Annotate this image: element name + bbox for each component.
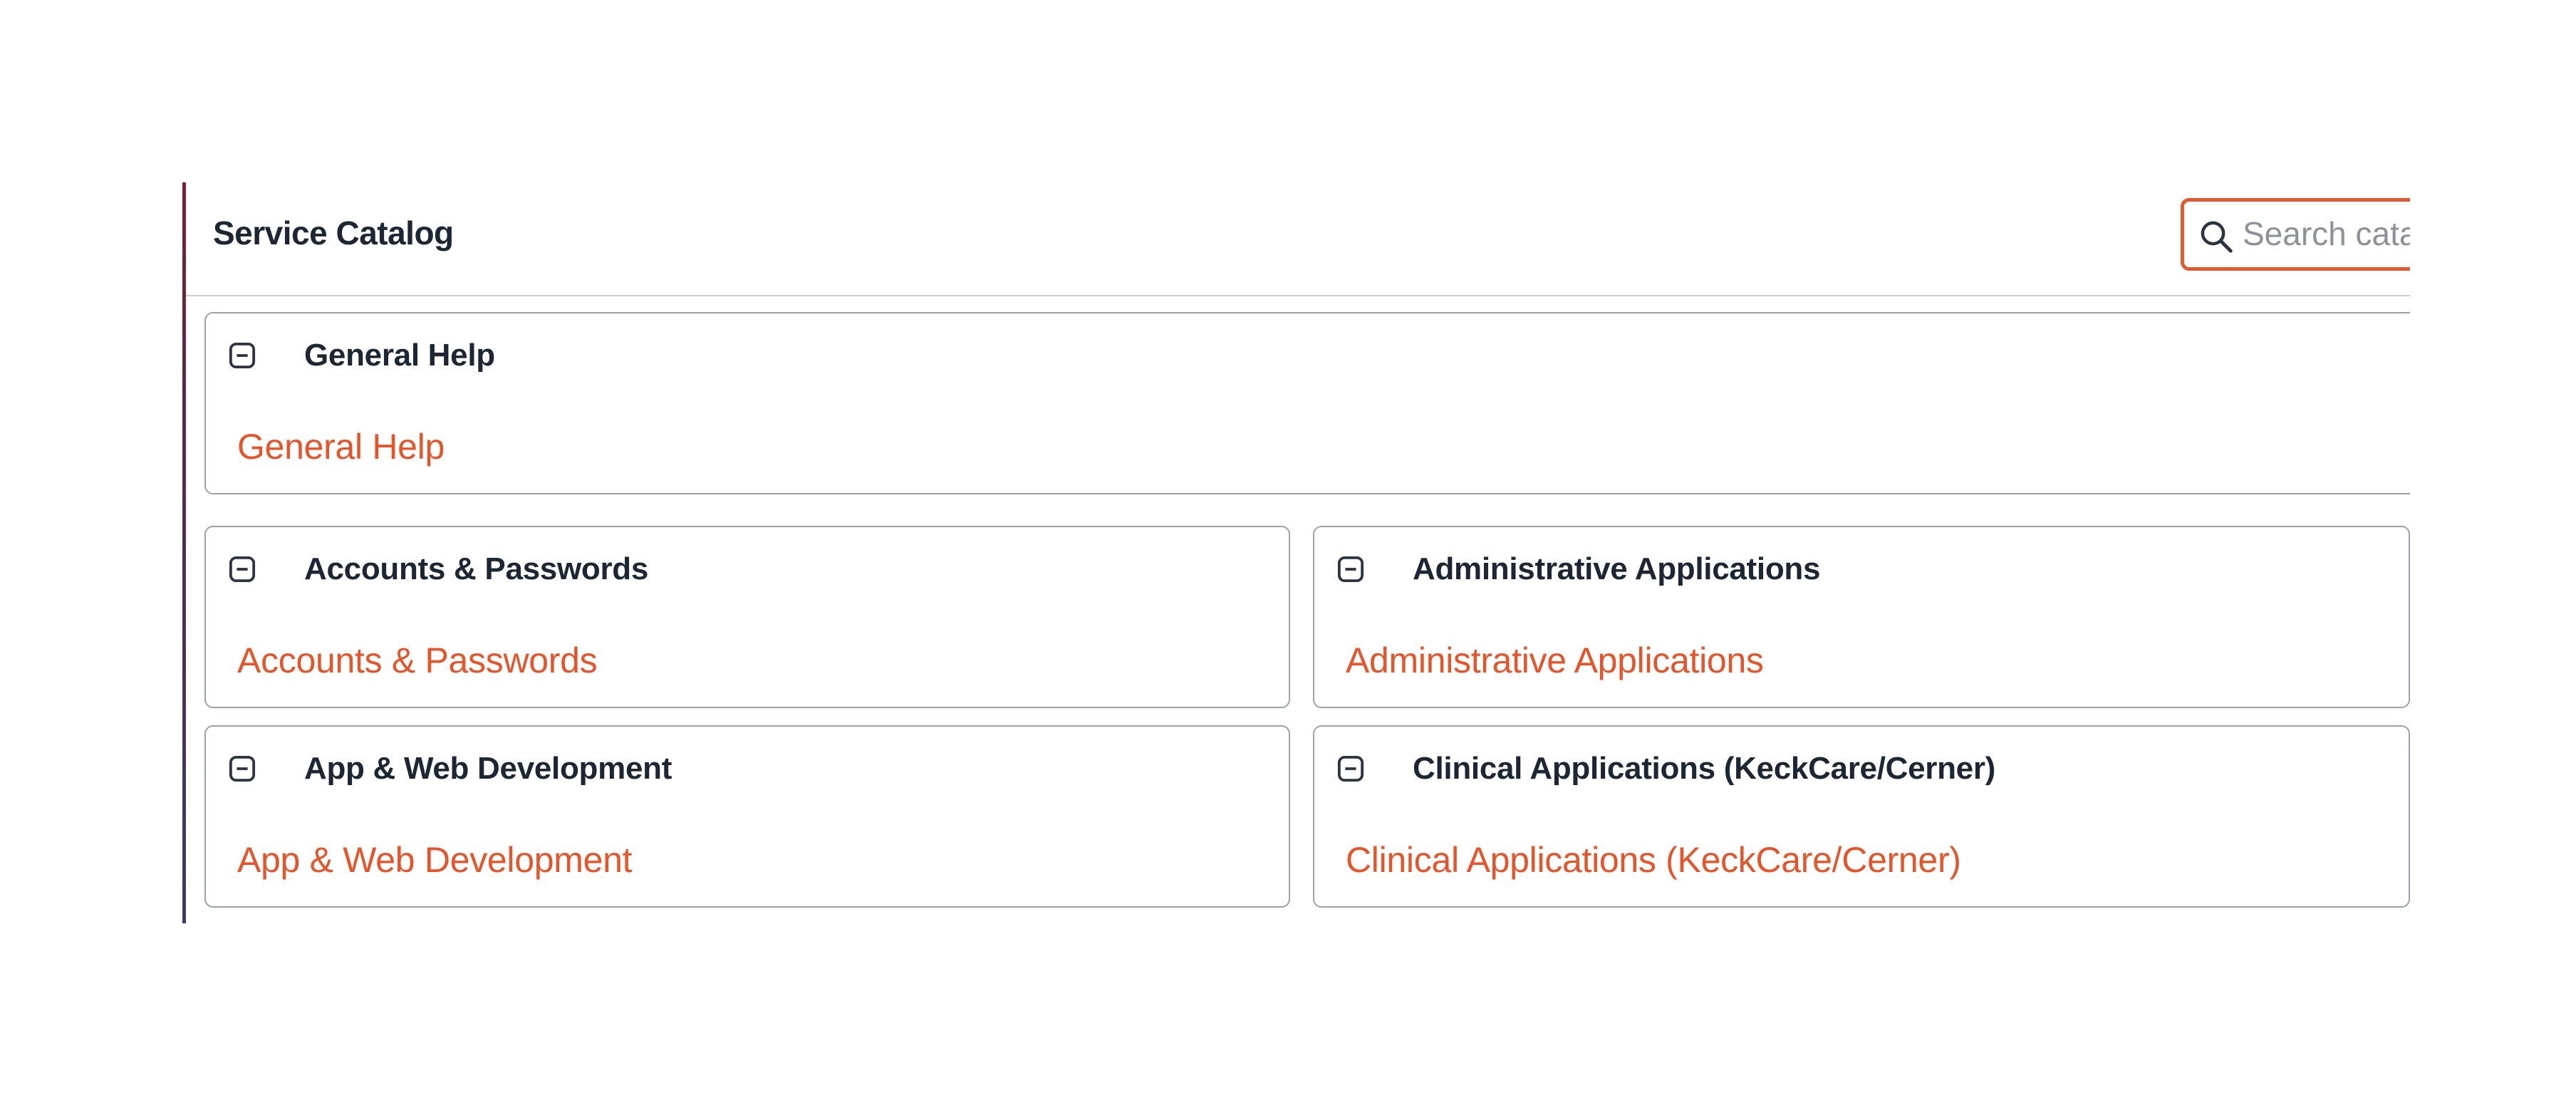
- catalog-title: Service Catalog: [213, 214, 454, 251]
- search-icon: [2201, 221, 2233, 253]
- section-title: General Help: [304, 338, 495, 373]
- section-title: Clinical Applications (KeckCare/Cerner): [1413, 751, 1996, 786]
- section-link-app-web-development[interactable]: App & Web Development: [237, 839, 633, 881]
- section-card-clinical-applications: Clinical Applications (KeckCare/Cerner) …: [1313, 725, 2410, 908]
- collapse-minus-icon[interactable]: [229, 755, 256, 782]
- service-catalog-panel: Service Catalog General Help General Hel…: [186, 182, 2410, 923]
- search-box[interactable]: [2181, 198, 2410, 271]
- section-card-administrative-applications: Administrative Applications Administrati…: [1313, 526, 2410, 708]
- section-link-accounts-passwords[interactable]: Accounts & Passwords: [237, 640, 598, 681]
- section-card-accounts-passwords: Accounts & Passwords Accounts & Password…: [204, 526, 1290, 708]
- collapse-minus-icon[interactable]: [1337, 755, 1364, 782]
- section-card-general-help: General Help General Help: [204, 312, 2410, 494]
- page: Service Catalog General Help General Hel…: [0, 0, 2576, 1100]
- section-title: Accounts & Passwords: [304, 551, 649, 586]
- section-link-administrative-applications[interactable]: Administrative Applications: [1346, 640, 1764, 681]
- collapse-minus-icon[interactable]: [229, 556, 256, 583]
- section-link-general-help[interactable]: General Help: [237, 426, 445, 467]
- section-title: App & Web Development: [304, 751, 672, 786]
- section-link-clinical-applications[interactable]: Clinical Applications (KeckCare/Cerner): [1346, 839, 1961, 881]
- section-card-app-web-development: App & Web Development App & Web Developm…: [204, 725, 1290, 908]
- catalog-header: Service Catalog: [186, 182, 2410, 296]
- collapse-minus-icon[interactable]: [229, 342, 256, 369]
- section-title: Administrative Applications: [1413, 551, 1821, 586]
- collapse-minus-icon[interactable]: [1337, 556, 1364, 583]
- search-input[interactable]: [2243, 212, 2410, 256]
